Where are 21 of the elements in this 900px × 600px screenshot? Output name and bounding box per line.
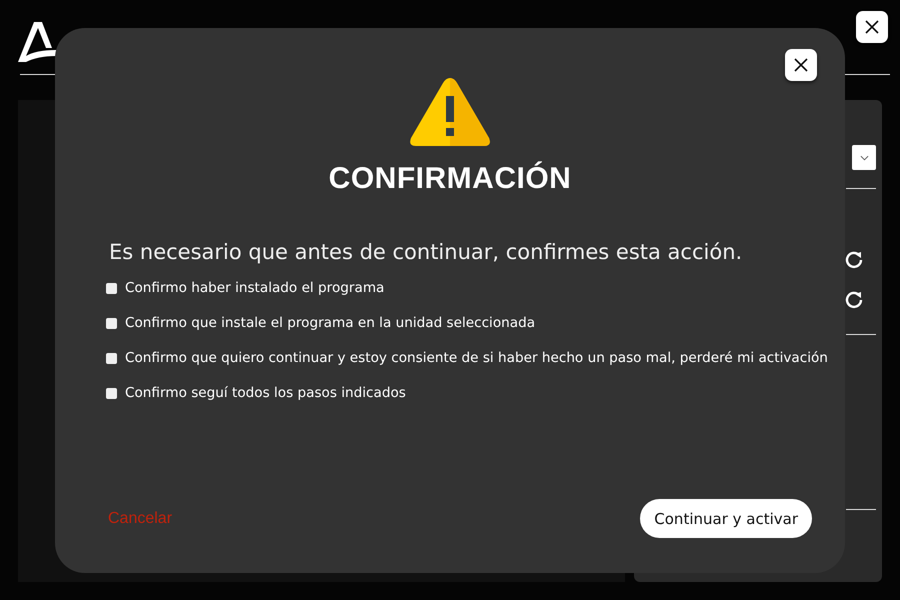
refresh-icon[interactable] (844, 249, 864, 269)
close-icon (793, 57, 809, 73)
chevron-icon (860, 154, 868, 160)
dialog-title: CONFIRMACIÓN (328, 162, 572, 196)
logo-icon (18, 22, 56, 62)
checkbox-label: Confirmo seguí todos los pasos indicados (125, 385, 406, 401)
checkbox-label: Confirmo que instale el programa en la unidad seleccionada (125, 315, 536, 331)
warning-icon (408, 76, 492, 148)
checkbox[interactable] (106, 282, 117, 294)
checkbox-label: Confirmo que quiero continuar y estoy consiente de si haber hecho un paso mal, perderé mi activación (125, 350, 828, 366)
close-button[interactable] (785, 49, 817, 81)
checkbox[interactable] (106, 352, 117, 364)
dropdown-field[interactable] (852, 145, 876, 170)
checkbox-label: Confirmo haber instalado el programa (125, 280, 384, 296)
close-button[interactable] (856, 11, 888, 43)
dialog-message: Es necesario que antes de continuar, confirmes esta acción. (109, 240, 742, 264)
close-icon (864, 19, 880, 35)
checkbox[interactable] (106, 388, 117, 398)
checkbox[interactable] (106, 318, 117, 328)
refresh-icon[interactable] (844, 289, 864, 309)
continue-button[interactable]: Continuar y activar (640, 499, 812, 538)
